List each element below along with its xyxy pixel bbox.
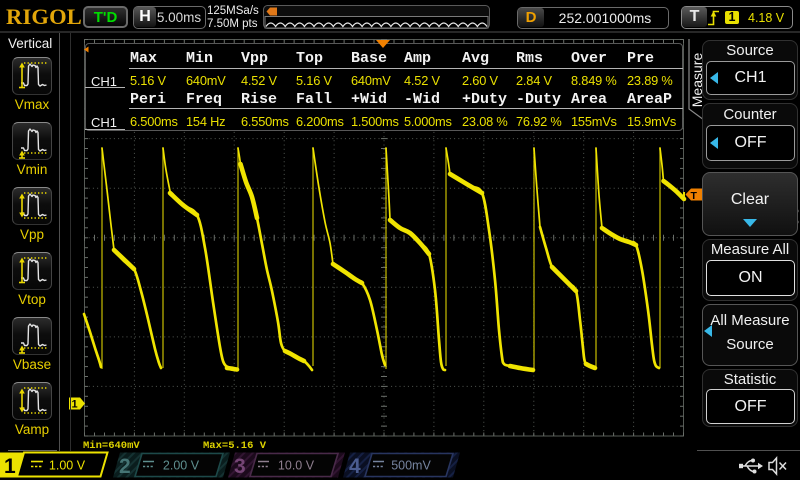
- svg-text:4: 4: [349, 455, 361, 478]
- svg-text:1.00 V: 1.00 V: [49, 459, 86, 473]
- svg-text:3: 3: [234, 455, 246, 478]
- svg-text:T: T: [691, 190, 698, 202]
- svg-text:1: 1: [72, 399, 78, 411]
- svg-text:1: 1: [4, 455, 16, 478]
- svg-text:2.00 V: 2.00 V: [163, 459, 200, 473]
- svg-text:500mV: 500mV: [391, 459, 431, 473]
- svg-text:2: 2: [119, 455, 131, 478]
- svg-text:10.0 V: 10.0 V: [278, 459, 315, 473]
